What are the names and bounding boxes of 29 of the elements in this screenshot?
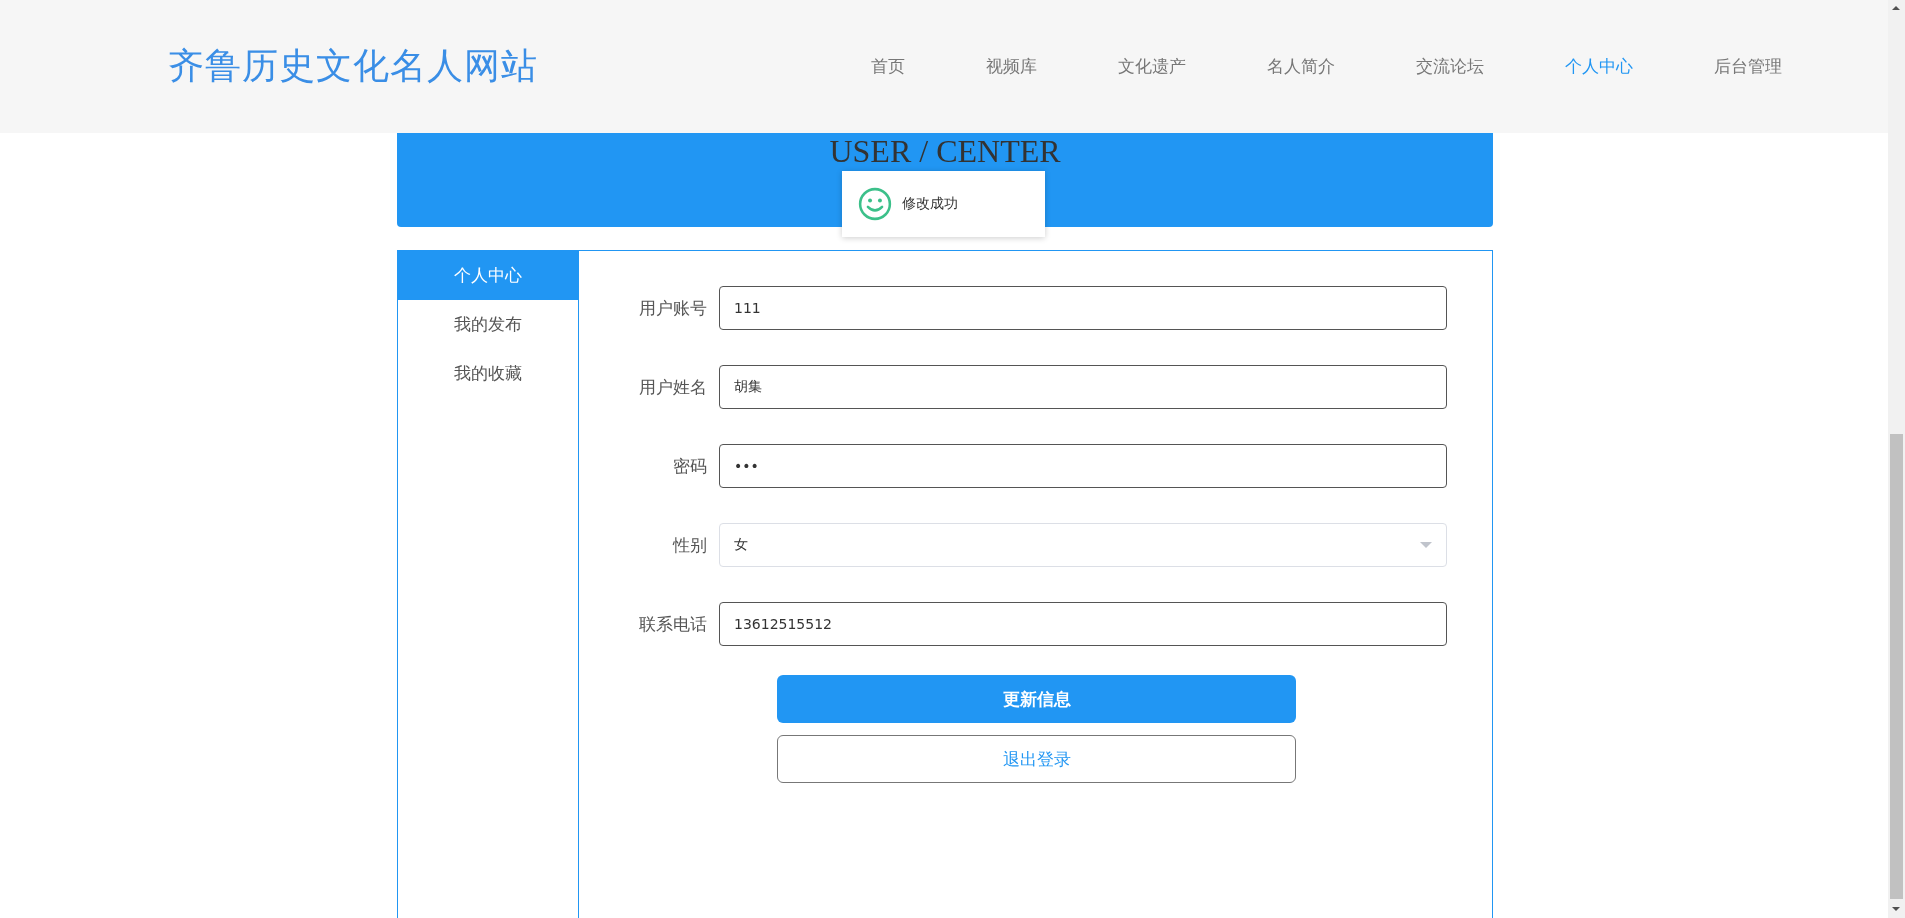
sidebar-item[interactable]: 我的发布 [398,300,578,349]
input-field[interactable]: ••• [719,444,1447,488]
nav-link[interactable]: 后台管理 [1714,55,1782,78]
nav-link[interactable]: 视频库 [986,55,1037,78]
field-label: 用户账号 [638,296,708,320]
banner-title: USER / CENTER [829,135,1061,169]
sidebar-item[interactable]: 个人中心 [398,251,578,300]
nav-link[interactable]: 首页 [871,55,905,78]
smile-icon [858,187,892,221]
update-button[interactable]: 更新信息 [777,675,1296,723]
field-label: 密码 [672,454,708,478]
nav-link[interactable]: 名人简介 [1267,55,1335,78]
input-field[interactable]: 胡集 [719,365,1447,409]
scrollbar-thumb[interactable] [1890,434,1903,899]
caret-icon [1420,542,1432,548]
field-label: 联系电话 [638,612,708,636]
nav-link[interactable]: 个人中心 [1565,55,1633,78]
field-label: 用户姓名 [638,375,708,399]
input-field[interactable]: 111 [719,286,1447,330]
nav-link[interactable]: 文化遗产 [1118,55,1186,78]
toast-text: 修改成功 [902,195,958,213]
field-label: 性别 [671,533,708,557]
nav-link[interactable]: 交流论坛 [1416,55,1484,78]
input-field[interactable]: 13612515512 [719,602,1447,646]
logout-button[interactable]: 退出登录 [777,735,1296,783]
scrollbar[interactable] [1888,0,1905,918]
select-field[interactable]: 女 [719,523,1447,567]
site-logo[interactable]: 齐鲁历史文化名人网站 [168,42,538,91]
sidebar-item[interactable]: 我的收藏 [398,349,578,398]
